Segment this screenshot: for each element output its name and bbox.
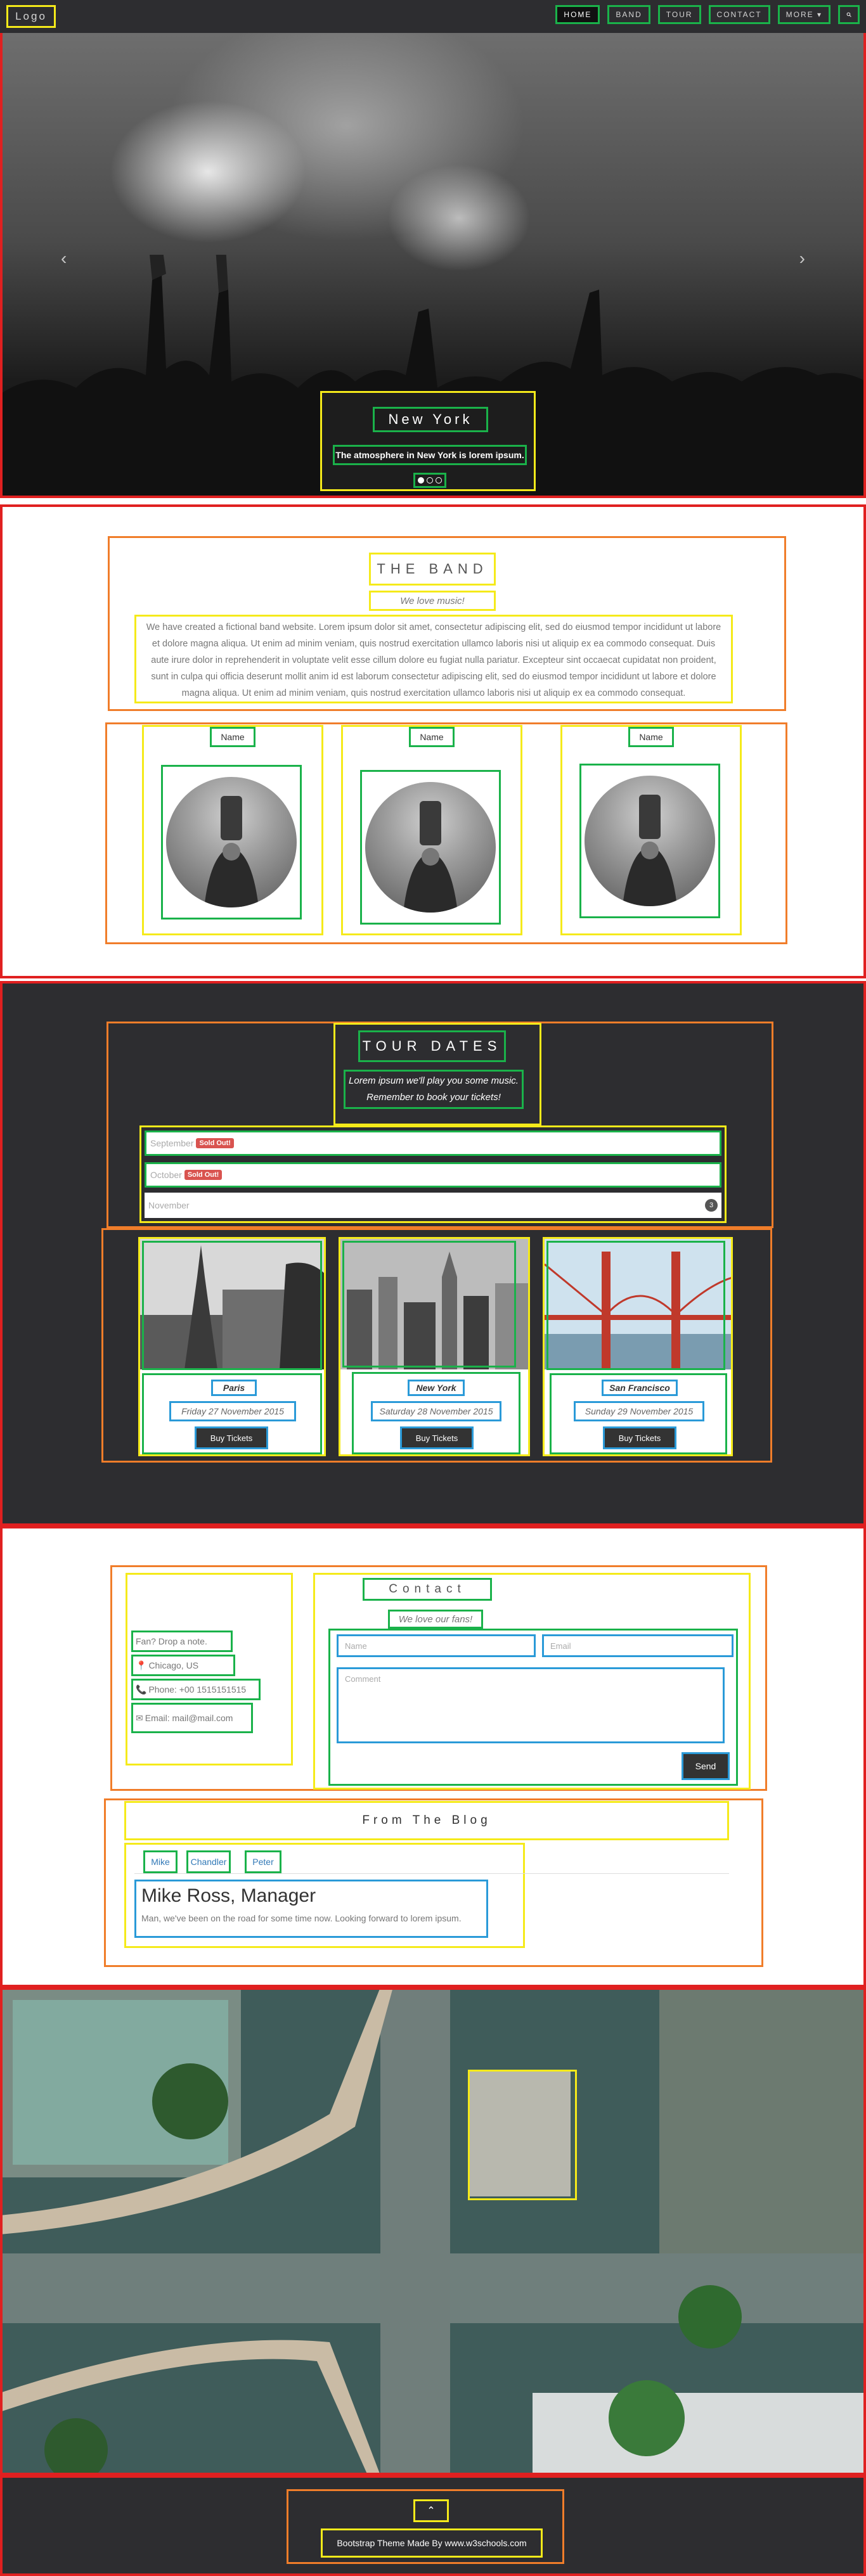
carousel-prev-icon[interactable]: ‹ <box>61 248 67 269</box>
contact-location: 📍 Chicago, US <box>131 1655 235 1676</box>
month-name: November <box>148 1200 190 1210</box>
member-photo[interactable] <box>360 770 501 925</box>
paris-image[interactable] <box>140 1239 324 1369</box>
chevron-up-icon: ⌃ <box>427 2506 436 2516</box>
city-name: New York <box>408 1380 465 1396</box>
member-photo[interactable] <box>161 765 302 920</box>
nav-item-home[interactable]: HOME <box>555 5 600 24</box>
city-date: Saturday 28 November 2015 <box>371 1401 501 1421</box>
map-marker-icon: 📍 <box>136 1660 147 1670</box>
contact-phone: 📞 Phone: +00 1515151515 <box>131 1679 261 1700</box>
buy-tickets-button[interactable]: Buy Tickets <box>603 1426 676 1449</box>
member-card: Name <box>142 725 323 935</box>
navbar: Logo HOME BAND TOUR CONTACT MORE ▾ <box>0 0 866 33</box>
carousel-caption: New York The atmosphere in New York is l… <box>320 391 536 491</box>
sold-out-badge: Sold Out! <box>196 1138 234 1148</box>
band-subtitle: We love music! <box>369 591 496 611</box>
nav-item-tour[interactable]: TOUR <box>657 5 701 24</box>
nav-item-band[interactable]: BAND <box>607 5 650 24</box>
tab-chandler[interactable]: Chandler <box>186 1850 231 1873</box>
carousel-next-icon[interactable]: › <box>799 248 805 269</box>
email-field[interactable]: Email <box>542 1634 734 1657</box>
band-title: THE BAND <box>369 553 496 586</box>
contact-info: Fan? Drop a note. 📍 Chicago, US 📞 Phone: +… <box>126 1573 293 1765</box>
member-card: Name <box>341 725 522 935</box>
city-card-new-york: New York Saturday 28 November 2015 Buy T… <box>339 1237 530 1456</box>
tour-subtitle: Lorem ipsum we'll play you some music. Re… <box>344 1070 524 1109</box>
tab-peter[interactable]: Peter <box>245 1850 281 1873</box>
month-name: October <box>150 1170 182 1180</box>
tour-title: TOUR DATES <box>358 1030 506 1062</box>
contact-email: ✉ Email: mail@mail.com <box>131 1703 253 1733</box>
sold-out-badge: Sold Out! <box>184 1170 223 1180</box>
carousel-indicator-3[interactable] <box>436 477 442 484</box>
new-york-image[interactable] <box>340 1239 528 1369</box>
buy-tickets-button[interactable]: Buy Tickets <box>400 1426 474 1449</box>
logo[interactable]: Logo <box>6 5 56 28</box>
caption-text: The atmosphere in New York is lorem ipsu… <box>333 445 527 465</box>
blog-post: Mike Ross, Manager Man, we've been on th… <box>134 1880 488 1938</box>
member-name: Name <box>409 727 455 747</box>
carousel-indicator-1[interactable] <box>418 477 424 484</box>
contact-title: Contact <box>363 1578 492 1601</box>
highlighted-building <box>468 2070 577 2200</box>
san-francisco-image[interactable] <box>545 1239 731 1369</box>
city-card-paris: Paris Friday 27 November 2015 Buy Ticket… <box>138 1237 326 1456</box>
blog-post-title: Mike Ross, Manager <box>141 1885 316 1906</box>
member-name: Name <box>210 727 255 747</box>
avatar <box>365 782 496 913</box>
buy-tickets-button[interactable]: Buy Tickets <box>195 1426 268 1449</box>
phone-icon: 📞 <box>136 1684 147 1695</box>
city-name: Paris <box>211 1380 257 1396</box>
city-date: Friday 27 November 2015 <box>169 1401 296 1421</box>
contact-form: Name Email Comment Send <box>328 1629 738 1786</box>
caption-title: New York <box>373 407 488 432</box>
contact-note: Fan? Drop a note. <box>131 1631 233 1652</box>
envelope-icon: ✉ <box>136 1712 143 1723</box>
contact-subtitle: We love our fans! <box>388 1610 483 1629</box>
avatar <box>166 777 297 907</box>
tab-mike[interactable]: Mike <box>143 1850 178 1873</box>
member-name: Name <box>628 727 674 747</box>
tour-subtitle-text: Lorem ipsum we'll play you some music. Re… <box>349 1075 519 1103</box>
band-description: We have created a fictional band website… <box>134 615 733 703</box>
count-badge: 3 <box>705 1199 718 1212</box>
city-aerial-image <box>0 1987 866 2475</box>
member-card: Name <box>560 725 742 935</box>
city-date: Sunday 29 November 2015 <box>574 1401 704 1421</box>
blog-title: From The Blog <box>124 1801 729 1840</box>
member-photo[interactable] <box>579 764 720 918</box>
month-name: September <box>150 1138 194 1148</box>
comment-field[interactable]: Comment <box>337 1667 725 1743</box>
city-name: San Francisco <box>602 1380 678 1396</box>
list-item[interactable]: November 3 <box>145 1193 721 1218</box>
carousel-indicators <box>413 473 446 488</box>
nav-menu: HOME BAND TOUR CONTACT MORE ▾ <box>555 5 860 24</box>
search-button[interactable] <box>838 5 860 24</box>
hero-carousel: ‹ › New York The atmosphere in New York … <box>0 33 866 496</box>
tab-divider <box>134 1873 729 1874</box>
back-to-top-button[interactable]: ⌃ <box>413 2499 449 2522</box>
send-button[interactable]: Send <box>682 1752 730 1780</box>
list-item[interactable]: October Sold Out! <box>145 1162 721 1188</box>
footer-credit: Bootstrap Theme Made By www.w3schools.co… <box>321 2528 543 2558</box>
list-item[interactable]: September Sold Out! <box>145 1131 721 1156</box>
city-card-san-francisco: San Francisco Sunday 29 November 2015 Bu… <box>543 1237 733 1456</box>
nav-item-more-dropdown[interactable]: MORE ▾ <box>777 5 830 24</box>
carousel-indicator-2[interactable] <box>427 477 433 484</box>
name-field[interactable]: Name <box>337 1634 536 1657</box>
nav-item-contact[interactable]: CONTACT <box>708 5 770 24</box>
blog-post-text: Man, we've been on the road for some tim… <box>141 1913 462 1923</box>
avatar <box>585 776 715 906</box>
search-icon <box>846 12 851 17</box>
